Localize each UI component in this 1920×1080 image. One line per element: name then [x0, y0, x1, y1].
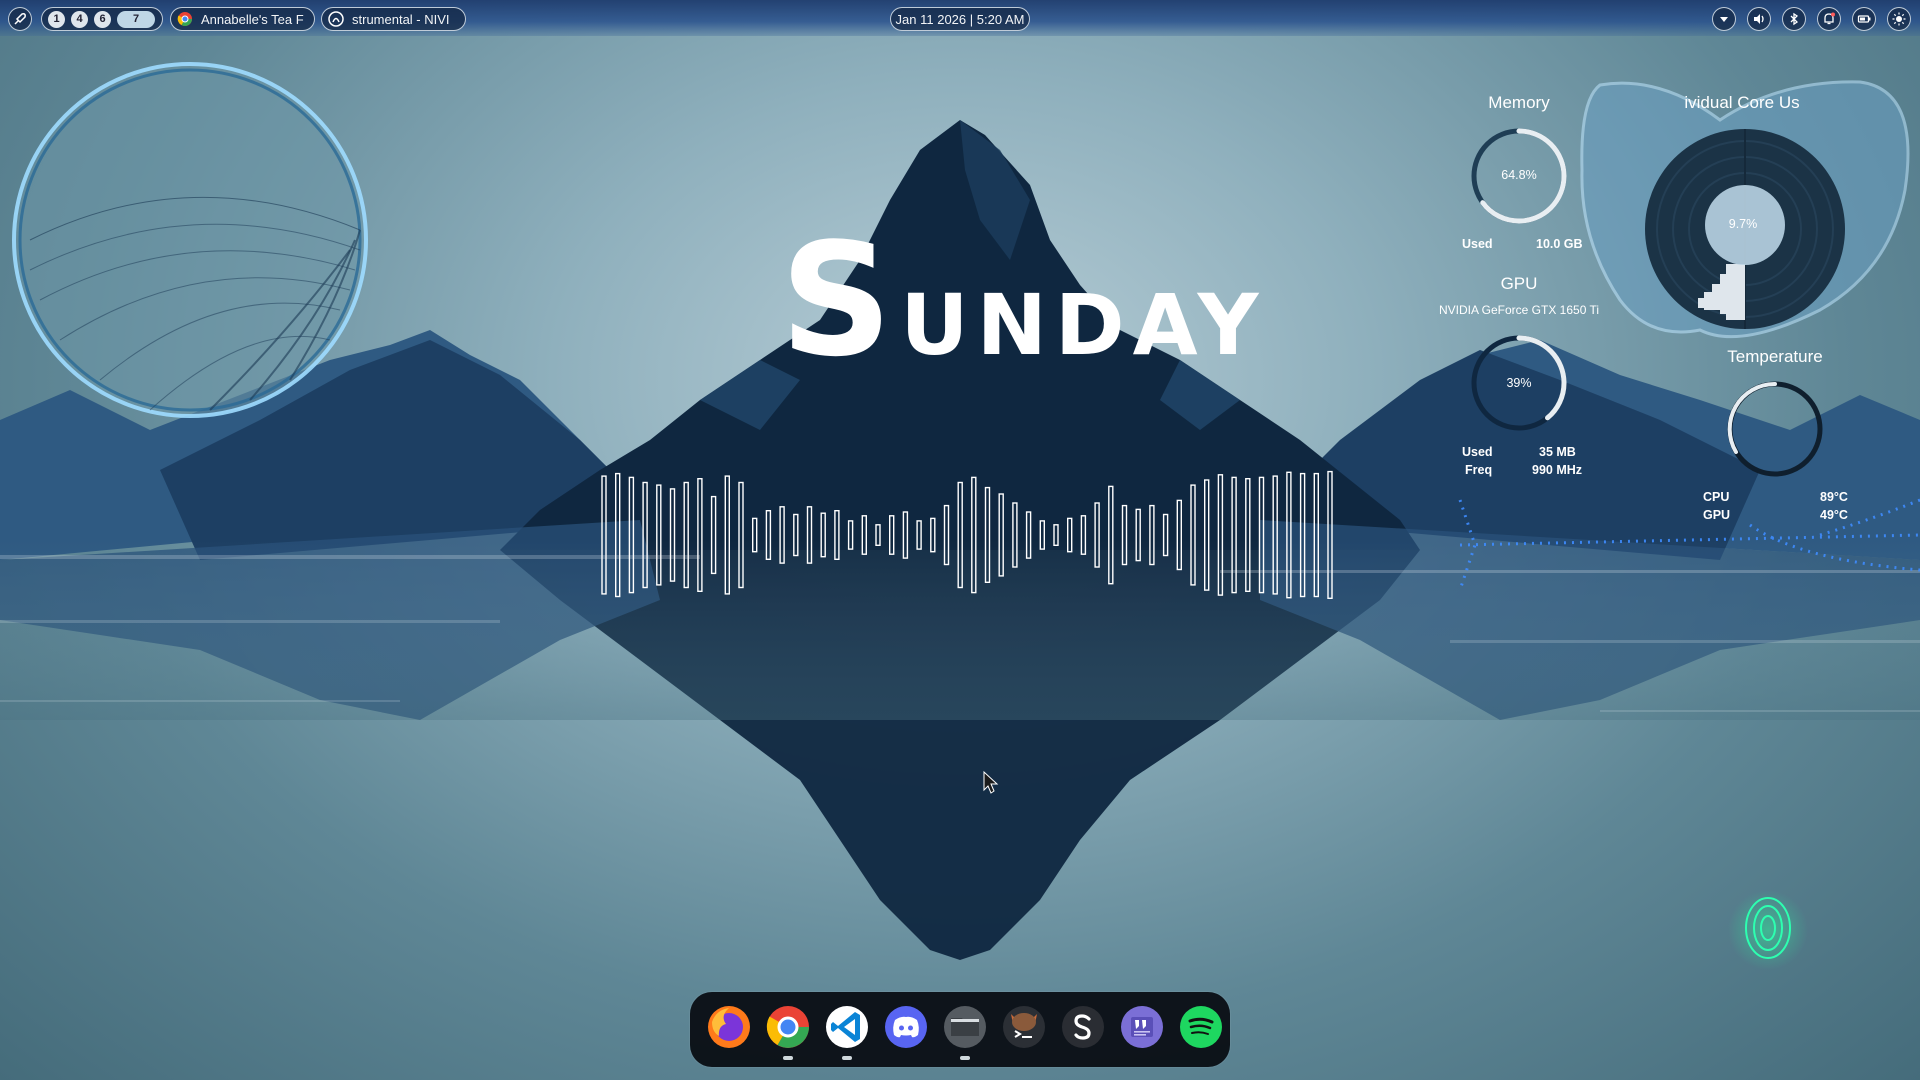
dock-running-indicator-chrome [783, 1056, 793, 1060]
firefox-icon [708, 1006, 750, 1048]
day-rest: UNDAY [900, 276, 1267, 374]
stremio-icon [1062, 1006, 1104, 1048]
core-usage-title: ividual Core Us [1684, 93, 1800, 112]
window-tab-chrome[interactable]: Annabelle's Tea F [170, 7, 315, 31]
dock-running-indicator-files [960, 1056, 970, 1060]
gpu-freq-label: Freq [1465, 463, 1493, 477]
dock-discord[interactable] [881, 1002, 931, 1052]
workspace-4[interactable]: 4 [71, 10, 88, 28]
tray-expand-button[interactable] [1712, 7, 1736, 31]
window-tab-media[interactable]: strumental - NIVI [321, 7, 466, 31]
files-icon [944, 1006, 986, 1048]
temperature-title: Temperature [1727, 347, 1823, 366]
day-title: S UNDAY [780, 209, 1258, 391]
temp-gpu-label: GPU [1703, 508, 1731, 522]
memory-used-value: 10.0 GB [1536, 237, 1583, 251]
gpu-percent: 39% [1506, 376, 1532, 390]
core-usage-percent: 9.7% [1728, 217, 1758, 231]
gpu-used-value: 35 MB [1539, 445, 1576, 459]
dock-stremio[interactable] [1058, 1002, 1108, 1052]
volume-icon [1754, 14, 1764, 24]
dock-quotes-app[interactable] [1117, 1002, 1167, 1052]
dock [690, 992, 1230, 1067]
memory-title: Memory [1488, 93, 1550, 112]
rocket-icon [14, 13, 26, 25]
dock-terminal[interactable] [999, 1002, 1049, 1052]
workspace-1[interactable]: 1 [48, 10, 65, 28]
discord-icon [885, 1006, 927, 1048]
workspace-switcher: 1 4 6 7 [41, 7, 163, 31]
temp-cpu-value: 89°C [1820, 490, 1848, 504]
spotify-icon [1180, 1006, 1222, 1048]
temp-gpu-value: 49°C [1820, 508, 1848, 522]
window-tab-title: Annabelle's Tea F [201, 11, 304, 27]
day-first-letter: S [780, 209, 895, 391]
dock-running-indicator-vscode [842, 1056, 852, 1060]
window-tab-title: strumental - NIVI [352, 11, 450, 27]
dock-spotify[interactable] [1176, 1002, 1226, 1052]
wallpaper [0, 62, 1920, 970]
terminal-icon [1003, 1006, 1045, 1048]
gpu-used-label: Used [1462, 445, 1493, 459]
dock-files[interactable] [940, 1002, 990, 1052]
media-player-icon [328, 11, 344, 27]
gpu-model: NVIDIA GeForce GTX 1650 Ti [1438, 303, 1600, 317]
temperature-gauge [1727, 381, 1823, 477]
bluetooth-icon [1790, 12, 1799, 26]
clock[interactable]: Jan 11 2026 | 5:20 AM [890, 7, 1030, 31]
vscode-icon [826, 1006, 868, 1048]
chrome-icon [177, 12, 192, 26]
temp-cpu-label: CPU [1703, 490, 1730, 504]
chevron-down-icon [1720, 17, 1728, 22]
dock-chrome[interactable] [763, 1002, 813, 1052]
dock-firefox[interactable] [704, 1002, 754, 1052]
gpu-freq-value: 990 MHz [1532, 463, 1583, 477]
clock-text: Jan 11 2026 | 5:20 AM [895, 11, 1025, 27]
notifications-button[interactable] [1817, 7, 1841, 31]
launcher-button[interactable] [8, 7, 32, 31]
quotes-app-icon [1121, 1006, 1163, 1048]
dock-vscode[interactable] [822, 1002, 872, 1052]
notification-bell-icon [1824, 12, 1835, 25]
gpu-title: GPU [1500, 274, 1538, 293]
chrome-icon [766, 1006, 809, 1048]
workspace-7-active[interactable]: 7 [117, 10, 155, 28]
brightness-icon [1892, 12, 1906, 26]
memory-percent: 64.8% [1501, 168, 1537, 182]
memory-used-label: Used [1462, 237, 1493, 251]
volume-button[interactable] [1747, 7, 1771, 31]
bluetooth-button[interactable] [1782, 7, 1806, 31]
circle-visualizer-widget [12, 62, 368, 418]
brightness-button[interactable] [1887, 7, 1911, 31]
green-swirl-icon [1728, 890, 1808, 970]
workspace-6[interactable]: 6 [94, 10, 111, 28]
battery-icon [1857, 15, 1871, 23]
battery-button[interactable] [1852, 7, 1876, 31]
